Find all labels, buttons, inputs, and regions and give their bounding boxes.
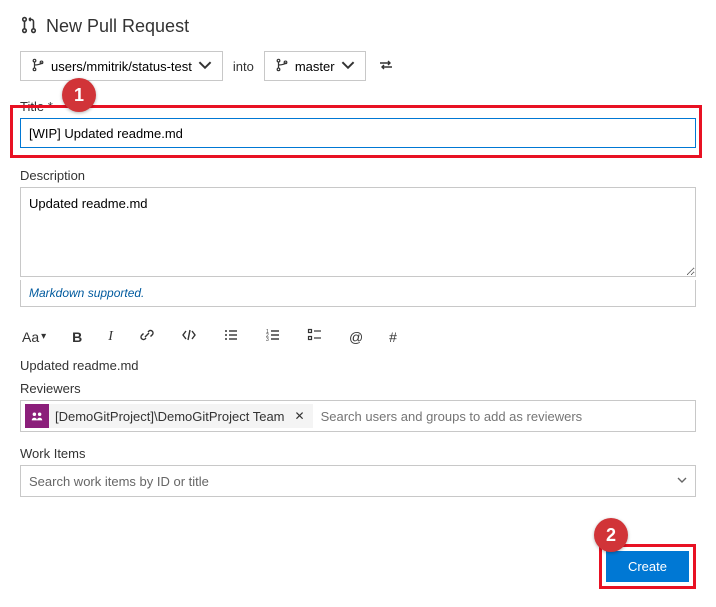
task-list-icon — [307, 327, 323, 346]
chevron-down-icon — [198, 58, 212, 75]
link-icon — [139, 327, 155, 346]
target-branch-name: master — [295, 59, 335, 74]
page-title: New Pull Request — [46, 16, 189, 37]
title-label: Title — [20, 99, 696, 114]
italic-button[interactable]: I — [106, 327, 115, 347]
title-input[interactable] — [20, 118, 696, 148]
remove-reviewer-button[interactable]: ✕ — [291, 409, 309, 423]
into-label: into — [233, 59, 254, 74]
work-items-picker[interactable]: Search work items by ID or title — [20, 465, 696, 497]
source-branch-name: users/mmitrik/status-test — [51, 59, 192, 74]
markdown-toolbar: Aa▾ B I 123 @ # — [20, 319, 696, 358]
numbered-list-button[interactable]: 123 — [263, 325, 283, 348]
chevron-down-icon — [341, 58, 355, 75]
branch-icon — [31, 58, 45, 75]
pull-request-icon — [20, 16, 38, 37]
target-branch-picker[interactable]: master — [264, 51, 366, 81]
task-list-button[interactable] — [305, 325, 325, 348]
code-icon — [181, 327, 197, 346]
text-size-button[interactable]: Aa▾ — [20, 327, 48, 347]
work-items-placeholder: Search work items by ID or title — [29, 474, 209, 489]
reviewers-label: Reviewers — [20, 381, 696, 396]
bold-button[interactable]: B — [70, 327, 84, 347]
create-button[interactable]: Create — [606, 551, 689, 582]
link-button[interactable] — [137, 325, 157, 348]
hashtag-button[interactable]: # — [387, 327, 399, 347]
chevron-down-icon: ▾ — [41, 331, 46, 342]
chevron-down-icon — [677, 474, 687, 488]
swap-branches-button[interactable] — [376, 55, 396, 78]
description-preview: Updated readme.md — [20, 358, 696, 373]
mention-button[interactable]: @ — [347, 327, 365, 347]
swap-icon — [378, 57, 394, 76]
code-button[interactable] — [179, 325, 199, 348]
callout-badge-1: 1 — [62, 78, 96, 112]
description-label: Description — [20, 168, 696, 183]
source-branch-picker[interactable]: users/mmitrik/status-test — [20, 51, 223, 81]
bullet-list-icon — [223, 327, 239, 346]
close-icon: ✕ — [295, 409, 305, 423]
reviewers-input-box[interactable]: [DemoGitProject]\DemoGitProject Team ✕ — [20, 400, 696, 432]
svg-text:3: 3 — [266, 337, 269, 343]
reviewer-chip: [DemoGitProject]\DemoGitProject Team ✕ — [25, 404, 313, 428]
markdown-supported-note: Markdown supported. — [20, 280, 696, 307]
callout-badge-2: 2 — [594, 518, 628, 552]
branch-icon — [275, 58, 289, 75]
reviewers-search-input[interactable] — [319, 408, 691, 425]
reviewer-chip-label: [DemoGitProject]\DemoGitProject Team — [55, 409, 285, 424]
bullet-list-button[interactable] — [221, 325, 241, 348]
description-textarea[interactable] — [20, 187, 696, 277]
work-items-label: Work Items — [20, 446, 696, 461]
team-avatar-icon — [25, 404, 49, 428]
numbered-list-icon: 123 — [265, 327, 281, 346]
